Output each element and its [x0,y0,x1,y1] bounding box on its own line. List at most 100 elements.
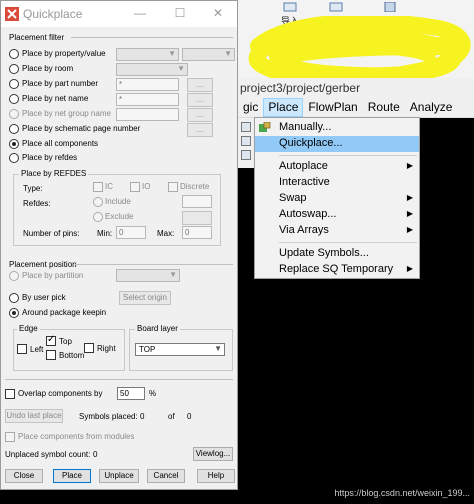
label-edge-bottom: Bottom [59,351,85,360]
side-icon-strip [238,118,254,168]
select-origin-button[interactable]: Select origin [119,291,171,305]
checkbox-type-discrete[interactable] [168,182,178,192]
radio-place-by-partition[interactable] [9,271,19,281]
undo-last-place-button[interactable]: Undo last place [5,409,63,423]
checkbox-edge-left[interactable] [17,344,27,354]
menu-item-swap[interactable]: Swap ▶ [255,191,419,207]
label-edge-right: Right [97,344,116,353]
min-pins-field[interactable]: 0 [116,226,146,239]
radio-place-by-refdes[interactable] [9,153,19,163]
menu-item-manually[interactable]: Manually... [255,120,419,136]
section-divider [75,264,233,265]
property-combo[interactable]: ▼ [116,48,179,61]
checkbox-type-ic[interactable] [93,182,103,192]
label-include: Include [105,197,131,206]
menu-item-autoplace[interactable]: Autoplace ▶ [255,159,419,175]
radio-place-by-net-name[interactable] [9,94,19,104]
partition-combo[interactable]: ▼ [116,269,180,282]
label-by-user-pick: By user pick [22,293,66,302]
net-name-browse-button[interactable]: ... [187,93,213,107]
radio-place-by-part-number[interactable] [9,79,19,89]
menu-analyze[interactable]: Analyze [405,98,458,117]
app-menubar: gic Place FlowPlan Route Analyze [238,98,474,118]
label-place-by-part-number: Place by part number [22,79,99,88]
checkbox-edge-right[interactable] [84,343,94,353]
import-icon [283,2,297,12]
radio-place-by-room[interactable] [9,64,19,74]
chevron-down-icon: ▼ [177,64,185,73]
radio-exclude[interactable] [93,212,103,222]
radio-by-user-pick[interactable] [9,293,19,303]
place-button[interactable]: Place [53,469,91,483]
help-button[interactable]: Help [197,469,235,483]
label-type-discrete: Discrete [180,182,210,191]
of-value: 0 [187,412,192,421]
board-layer-select[interactable]: TOP ▼ [135,343,225,356]
label-place-by-net-name: Place by net name [22,94,89,103]
part-number-browse-button[interactable]: ... [187,78,213,92]
menu-item-replace-sq-temporary[interactable]: Replace SQ Temporary ▶ [255,262,419,278]
checkbox-edge-top[interactable] [46,334,56,346]
symbols-placed-label: Symbols placed: [79,412,138,421]
menu-flowplan[interactable]: FlowPlan [303,98,362,117]
submenu-arrow-icon: ▶ [406,264,413,273]
submenu-arrow-icon: ▶ [406,209,413,218]
value-combo[interactable]: ▼ [182,48,235,61]
viewlog-button[interactable]: Viewlog... [193,447,233,461]
close-button[interactable]: Close [5,469,43,483]
menu-separator [279,242,417,243]
radio-around-package-keepin[interactable] [9,308,19,318]
place-dropdown-menu: Manually... Quickplace... Autoplace ▶ In… [254,117,420,279]
checkbox-overlap[interactable] [5,389,15,399]
section-divider [5,379,233,380]
net-name-field[interactable]: * [116,93,179,106]
refdes-field[interactable] [182,195,212,208]
unplace-button[interactable]: Unplace [99,469,139,483]
part-number-field[interactable]: * [116,78,179,91]
chevron-down-icon: ▼ [168,49,176,58]
label-exclude: Exclude [105,212,134,221]
menu-place[interactable]: Place [263,98,304,117]
schematic-page-browse-button[interactable]: ... [187,123,213,137]
refdes-browse-button[interactable] [182,211,212,225]
menu-item-via-arrays[interactable]: Via Arrays ▶ [255,223,419,239]
menu-item-label: Update Symbols... [279,247,369,259]
radio-place-by-schematic-page[interactable] [9,124,19,134]
minimize-icon[interactable]: — [133,6,147,20]
close-icon[interactable]: ✕ [211,6,225,20]
menu-item-label: Manually... [279,121,332,133]
menu-item-interactive[interactable]: Interactive [255,175,419,191]
unplaced-count-value: 0 [93,450,98,459]
chevron-down-icon: ▼ [224,49,232,58]
radio-place-by-property[interactable] [9,49,19,59]
tool-icon[interactable] [241,150,251,160]
label-place-by-schematic-page: Place by schematic page number [22,124,141,133]
refdes-label: Refdes: [23,199,51,208]
dialog-titlebar[interactable]: Quickplace — ☐ ✕ [1,1,237,27]
tool-icon[interactable] [241,122,251,132]
manual-place-icon [259,122,271,132]
overlap-percent-field[interactable]: 50 [117,387,145,400]
maximize-icon[interactable]: ☐ [173,6,187,20]
menu-item-autoswap[interactable]: Autoswap... ▶ [255,207,419,223]
radio-place-by-net-group[interactable] [9,109,19,119]
radio-place-all-components[interactable] [9,139,19,149]
app-icon [5,7,19,21]
tool-icon[interactable] [241,136,251,146]
checkbox-place-from-modules[interactable] [5,432,15,442]
menu-logic[interactable]: gic [238,98,263,117]
checkbox-type-io[interactable] [130,182,140,192]
menu-route[interactable]: Route [363,98,405,117]
net-group-field[interactable] [116,108,179,121]
cancel-button[interactable]: Cancel [147,469,185,483]
net-group-browse-button[interactable]: ... [187,108,213,122]
radio-include[interactable] [93,197,103,207]
label-place-by-net-group: Place by net group name [22,109,111,118]
menu-item-label: Quickplace... [279,137,343,149]
label-type-ic: IC [105,182,113,191]
checkbox-edge-bottom[interactable] [46,350,56,360]
menu-item-quickplace[interactable]: Quickplace... [255,136,419,152]
room-combo[interactable]: ▼ [116,63,188,76]
menu-item-update-symbols[interactable]: Update Symbols... [255,246,419,262]
max-pins-field[interactable]: 0 [182,226,212,239]
